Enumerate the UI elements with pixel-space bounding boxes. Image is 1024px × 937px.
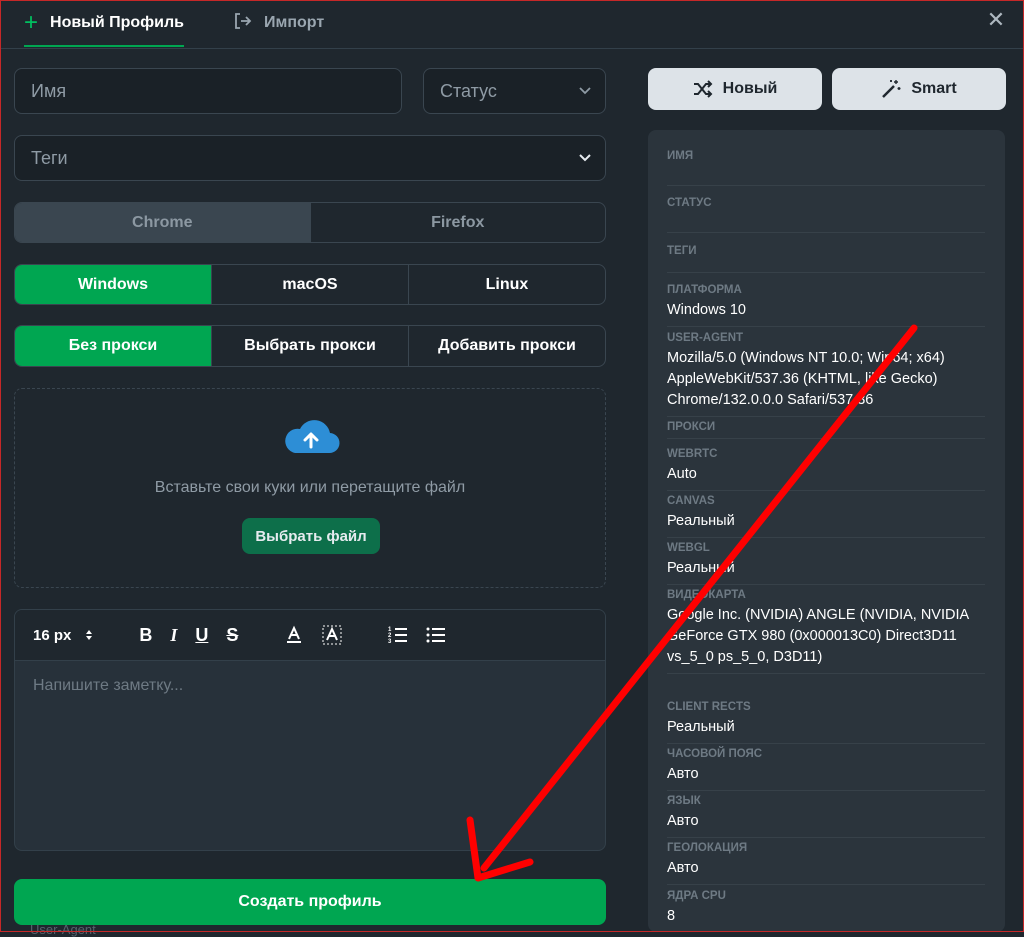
shuffle-icon [693, 80, 713, 98]
summary-language: ЯЗЫК Авто [667, 795, 985, 838]
smart-label: Smart [911, 80, 957, 97]
platform-switch: Windows macOS Linux [14, 264, 606, 305]
notes-editor: 16 px B I U S 123 Напишите заметку... [14, 609, 606, 851]
name-input[interactable]: Имя [14, 68, 402, 114]
platform-linux[interactable]: Linux [409, 265, 605, 304]
summary-timezone-value: Авто [667, 766, 699, 782]
summary-cpu-label: ЯДРА CPU [667, 890, 726, 902]
summary-webrtc-value: Auto [667, 466, 697, 482]
proxy-switch: Без прокси Выбрать прокси Добавить прокс… [14, 325, 606, 367]
strikethrough-icon[interactable]: S [226, 625, 238, 646]
new-fingerprint-button[interactable]: Новый [648, 68, 822, 110]
summary-platform-value: Windows 10 [667, 302, 746, 318]
tab-new-profile[interactable]: + Новый Профиль [24, 0, 185, 47]
text-color-icon[interactable] [284, 625, 304, 645]
summary-tags: ТЕГИ [667, 245, 985, 273]
summary-webrtc-label: WEBRTC [667, 448, 718, 460]
summary-geolocation-value: Авто [667, 860, 699, 876]
summary-clientrects-value: Реальный [667, 719, 735, 735]
ordered-list-icon[interactable]: 123 [388, 626, 408, 644]
summary-useragent-label: USER-AGENT [667, 332, 744, 344]
summary-proxy-label: ПРОКСИ [667, 421, 716, 433]
plus-icon: + [24, 9, 39, 36]
svg-text:3: 3 [388, 639, 392, 644]
browser-chrome[interactable]: Chrome [15, 203, 311, 242]
create-profile-button[interactable]: Создать профиль [14, 879, 606, 925]
summary-clientrects: CLIENT RECTS Реальный [667, 701, 985, 744]
status-select-placeholder: Статус [440, 80, 497, 101]
useragent-ghost-label: User-Agent [30, 922, 96, 937]
tab-import[interactable]: Импорт [232, 0, 324, 46]
summary-tags-label: ТЕГИ [667, 245, 697, 257]
magic-wand-icon [882, 80, 901, 98]
proxy-select[interactable]: Выбрать прокси [212, 326, 409, 366]
summary-canvas-label: CANVAS [667, 495, 715, 507]
summary-canvas: CANVAS Реальный [667, 495, 985, 538]
summary-timezone: ЧАСОВОЙ ПОЯС Авто [667, 748, 985, 791]
import-icon [232, 11, 252, 36]
note-placeholder: Напишите заметку... [33, 677, 184, 694]
tags-select[interactable]: Теги [14, 135, 606, 181]
proxy-add[interactable]: Добавить прокси [409, 326, 605, 366]
chevron-down-icon [579, 87, 591, 95]
summary-geolocation-label: ГЕОЛОКАЦИЯ [667, 842, 748, 854]
tags-select-placeholder: Теги [31, 147, 68, 168]
close-icon[interactable]: ✕ [986, 9, 1006, 31]
status-select[interactable]: Статус [423, 68, 606, 114]
smart-button[interactable]: Smart [832, 68, 1006, 110]
summary-useragent: USER-AGENT Mozilla/5.0 (Windows NT 10.0;… [667, 332, 985, 417]
summary-timezone-label: ЧАСОВОЙ ПОЯС [667, 748, 763, 760]
summary-language-value: Авто [667, 813, 699, 829]
summary-clientrects-label: CLIENT RECTS [667, 701, 751, 713]
summary-status-label: СТАТУС [667, 197, 712, 209]
summary-cpu: ЯДРА CPU 8 [667, 890, 985, 927]
highlight-icon[interactable] [322, 625, 342, 645]
platform-macos[interactable]: macOS [212, 265, 409, 304]
browser-firefox[interactable]: Firefox [311, 203, 606, 242]
font-size-value: 16 px [33, 626, 72, 644]
summary-language-label: ЯЗЫК [667, 795, 701, 807]
cloud-upload-icon [285, 420, 340, 454]
underline-icon[interactable]: U [195, 625, 208, 646]
summary-name: ИМЯ [667, 150, 985, 186]
proxy-none[interactable]: Без прокси [15, 326, 212, 366]
font-size-stepper[interactable]: 16 px [33, 627, 93, 644]
summary-cpu-value: 8 [667, 908, 676, 924]
summary-webgl: WEBGL Реальный [667, 542, 985, 585]
summary-canvas-value: Реальный [667, 513, 735, 529]
editor-toolbar: 16 px B I U S 123 [15, 610, 605, 661]
summary-platform: ПЛАТФОРМА Windows 10 [667, 284, 985, 327]
summary-gpu: ВИДЕОКАРТА Google Inc. (NVIDIA) ANGLE (N… [667, 589, 985, 674]
name-input-placeholder: Имя [31, 80, 67, 101]
summary-name-label: ИМЯ [667, 150, 694, 162]
choose-file-button[interactable]: Выбрать файл [242, 518, 380, 554]
summary-geolocation: ГЕОЛОКАЦИЯ Авто [667, 842, 985, 885]
summary-gpu-value: Google Inc. (NVIDIA) ANGLE (NVIDIA, NVID… [667, 607, 969, 665]
summary-useragent-value: Mozilla/5.0 (Windows NT 10.0; Win64; x64… [667, 350, 945, 408]
chevron-down-icon [579, 154, 591, 162]
summary-platform-label: ПЛАТФОРМА [667, 284, 742, 296]
summary-status: СТАТУС [667, 197, 985, 233]
platform-windows[interactable]: Windows [15, 265, 212, 304]
summary-webgl-value: Реальный [667, 560, 735, 576]
header: + Новый Профиль Импорт ✕ [0, 0, 1024, 49]
tab-import-label: Импорт [264, 14, 325, 31]
bullet-list-icon[interactable] [426, 626, 446, 644]
note-textarea[interactable]: Напишите заметку... [15, 661, 605, 711]
summary-gpu-label: ВИДЕОКАРТА [667, 589, 746, 601]
new-fingerprint-label: Новый [722, 80, 778, 97]
summary-webrtc: WEBRTC Auto [667, 448, 985, 491]
browser-switch: Chrome Firefox [14, 202, 606, 243]
summary-proxy: ПРОКСИ [667, 421, 985, 439]
cookie-drop-text: Вставьте свои куки или перетащите файл [154, 479, 466, 496]
italic-icon[interactable]: I [170, 625, 177, 646]
profile-summary-panel: ИМЯ СТАТУС ТЕГИ ПЛАТФОРМА Windows 10 USE… [648, 130, 1005, 932]
bold-icon[interactable]: B [139, 625, 152, 646]
summary-webgl-label: WEBGL [667, 542, 710, 554]
tab-new-profile-label: Новый Профиль [50, 14, 185, 31]
cookie-dropzone[interactable]: Вставьте свои куки или перетащите файл В… [14, 388, 606, 588]
stepper-icon [86, 630, 93, 640]
